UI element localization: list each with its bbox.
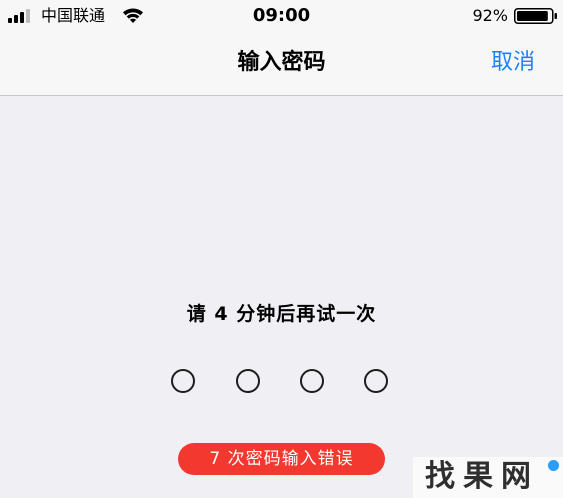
passcode-dot	[236, 369, 260, 393]
cancel-button[interactable]: 取消	[491, 49, 535, 77]
lockout-message: 请 4 分钟后再试一次	[186, 303, 377, 325]
passcode-dot	[171, 369, 195, 393]
status-bar: 中国联通 09:00 92%	[0, 0, 563, 32]
site-watermark: 找果网	[413, 457, 563, 498]
failed-attempts-badge: 7 次密码输入错误	[178, 443, 385, 475]
watermark-logo-text: 找果网	[425, 459, 539, 494]
passcode-screen: 中国联通 09:00 92% 输入密码 取消 请 4 分钟后再试一次 7 次密码…	[0, 0, 563, 498]
battery-level-fill	[517, 11, 548, 21]
battery-percentage: 92%	[472, 6, 508, 25]
passcode-dot	[364, 369, 388, 393]
page-title: 输入密码	[237, 50, 326, 75]
navigation-bar: 输入密码 取消	[0, 32, 563, 96]
battery-icon	[514, 8, 557, 24]
watermark-badge-icon	[548, 460, 559, 471]
passcode-dot	[300, 369, 324, 393]
